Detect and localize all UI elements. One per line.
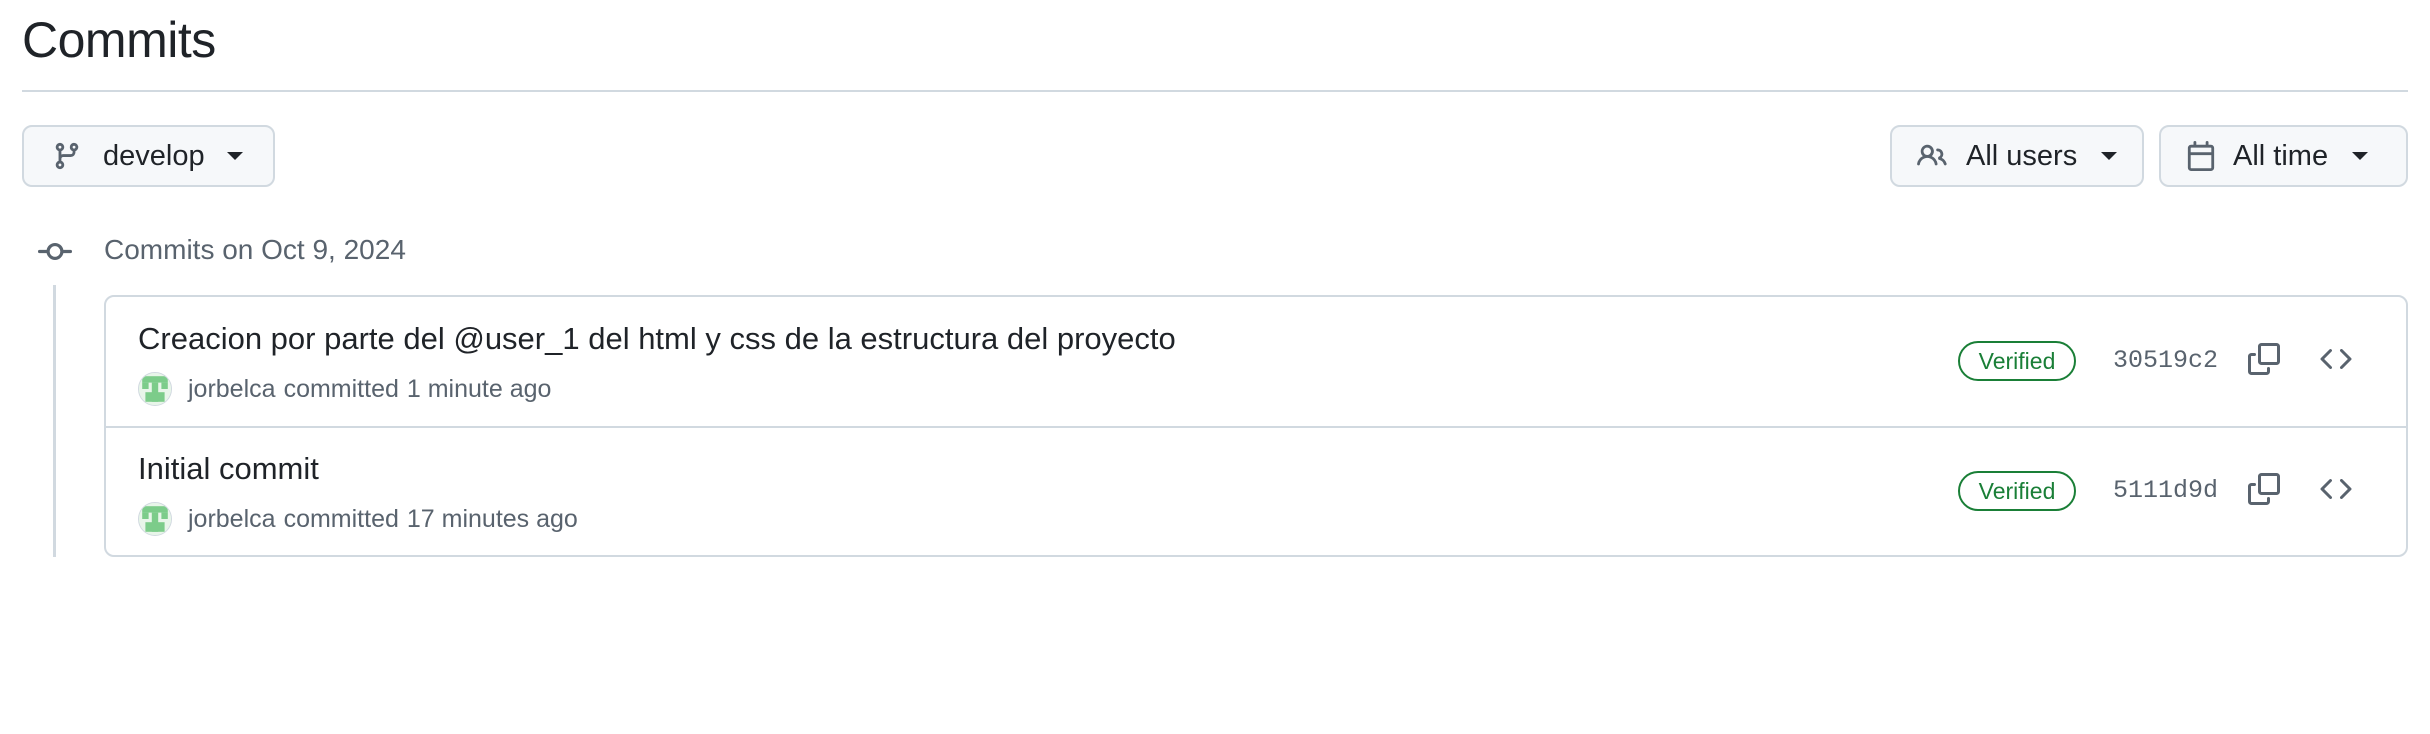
title-divider bbox=[22, 90, 2408, 92]
commit-action-text: committed bbox=[283, 504, 399, 533]
browse-repo-button[interactable] bbox=[2314, 469, 2358, 513]
calendar-icon bbox=[2185, 140, 2217, 172]
commit-sha-link[interactable]: 30519c2 bbox=[2113, 341, 2218, 381]
commits-page: Commits develop All users All time Commi… bbox=[0, 0, 2430, 734]
commit-list: Creacion por parte del @user_1 del html … bbox=[104, 295, 2408, 557]
commit-meta: jorbelca committed 1 minute ago bbox=[138, 371, 551, 407]
commit-time: 17 minutes ago bbox=[406, 504, 578, 533]
time-filter-button[interactable]: All time bbox=[2159, 125, 2408, 187]
copy-icon bbox=[2248, 472, 2280, 510]
code-icon bbox=[2320, 343, 2352, 380]
commit-sha-link[interactable]: 5111d9d bbox=[2113, 471, 2218, 511]
verified-badge[interactable]: Verified bbox=[1958, 341, 2076, 381]
caret-down-icon bbox=[226, 152, 243, 160]
avatar[interactable] bbox=[138, 372, 172, 406]
commit-message-link[interactable]: Initial commit bbox=[138, 447, 319, 491]
commit-time: 1 minute ago bbox=[406, 374, 552, 403]
browse-repo-button[interactable] bbox=[2314, 339, 2358, 383]
commit-meta: jorbelca committed 17 minutes ago bbox=[138, 501, 578, 537]
branch-label: develop bbox=[103, 139, 205, 172]
commit-author-link[interactable]: jorbelca bbox=[188, 505, 276, 534]
git-commit-icon bbox=[38, 235, 72, 269]
page-title: Commits bbox=[22, 12, 216, 68]
users-filter-button[interactable]: All users bbox=[1890, 125, 2144, 187]
timeline-line bbox=[53, 285, 56, 557]
commit-message-link[interactable]: Creacion por parte del @user_1 del html … bbox=[138, 317, 1176, 361]
avatar[interactable] bbox=[138, 502, 172, 536]
caret-down-icon bbox=[2101, 152, 2118, 160]
people-icon bbox=[1916, 140, 1948, 172]
code-icon bbox=[2320, 473, 2352, 510]
commit-author-link[interactable]: jorbelca bbox=[188, 375, 276, 404]
users-filter-label: All users bbox=[1966, 139, 2078, 172]
copy-sha-button[interactable] bbox=[2242, 339, 2286, 383]
branch-select-button[interactable]: develop bbox=[22, 125, 275, 187]
time-filter-label: All time bbox=[2233, 139, 2329, 172]
verified-badge[interactable]: Verified bbox=[1958, 471, 2076, 511]
commit-date-heading: Commits on Oct 9, 2024 bbox=[104, 234, 406, 265]
commit-action-text: committed bbox=[283, 374, 399, 403]
commit-row: Creacion por parte del @user_1 del html … bbox=[106, 297, 2406, 428]
commit-row: Initial commit jorbelca committed 17 min… bbox=[106, 427, 2406, 556]
copy-icon bbox=[2248, 342, 2280, 380]
caret-down-icon bbox=[2352, 152, 2369, 160]
git-branch-icon bbox=[51, 140, 83, 172]
copy-sha-button[interactable] bbox=[2242, 469, 2286, 513]
